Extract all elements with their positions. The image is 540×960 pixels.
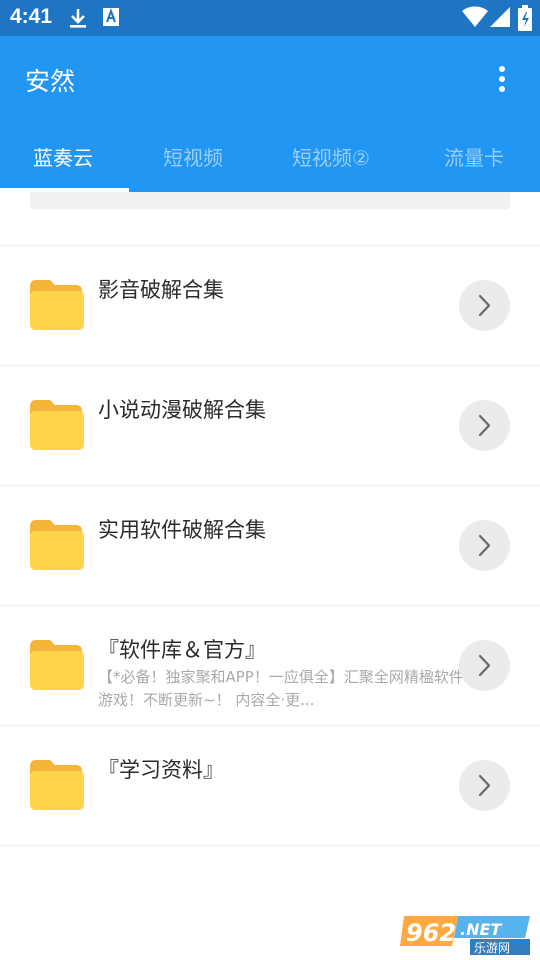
wifi-icon [462,6,488,32]
download-icon [68,7,88,33]
folder-row[interactable]: 实用软件破解合集 [0,486,540,605]
more-vert-icon[interactable] [490,64,514,94]
tab-lanzouyun[interactable]: 蓝奏云 [33,142,93,171]
chevron-right-icon[interactable] [459,280,510,331]
chevron-right-icon[interactable] [459,520,510,571]
tab-short-video-2[interactable]: 短视频② [292,142,370,171]
folder-icon [30,760,84,810]
folder-description: 【*必备！独家聚和APP！一应俱全】汇聚全网精楹软件 游戏！不断更新~！ 内容全… [98,668,464,709]
folder-row[interactable]: 『软件库＆官方』 【*必备！独家聚和APP！一应俱全】汇聚全网精楹软件 游戏！不… [0,606,540,725]
svg-text:乐游网: 乐游网 [474,941,510,955]
chevron-right-icon[interactable] [459,400,510,451]
folder-row[interactable]: 影音破解合集 [0,246,540,365]
watermark-logo: 962 .NET 乐游网 [400,912,534,956]
app-title: 安然 [25,67,76,96]
search-box[interactable] [30,192,510,209]
status-time: 4:41 [10,5,53,28]
folder-icon [30,520,84,570]
folder-icon [30,280,84,330]
folder-icon [30,640,84,690]
folder-icon [30,400,84,450]
folder-title: 『软件库＆官方』 [98,638,266,662]
app-bar: 安然 蓝奏云 短视频 短视频② 流量卡 [0,36,540,192]
signal-icon [489,6,511,32]
folder-row[interactable]: 小说动漫破解合集 [0,366,540,485]
chevron-right-icon[interactable] [459,760,510,811]
tab-data-card[interactable]: 流量卡 [444,142,504,171]
svg-text:962: 962 [406,919,456,947]
status-bar: 4:41 [0,0,540,36]
battery-icon [518,5,532,35]
tab-short-video[interactable]: 短视频 [163,142,223,171]
svg-text:.NET: .NET [460,920,502,939]
folder-title: 实用软件破解合集 [98,518,266,542]
folder-row[interactable]: 『学习资料』 [0,726,540,845]
divider [0,845,540,846]
folder-title: 『学习资料』 [98,758,224,782]
folder-list: 影音破解合集 小说动漫破解合集 实用软件破解合集 『软件库＆官方』 【*必备！独… [0,192,540,960]
folder-title: 影音破解合集 [98,278,224,302]
tab-bar: 蓝奏云 短视频 短视频② 流量卡 [0,120,540,192]
chevron-right-icon[interactable] [459,640,510,691]
folder-title: 小说动漫破解合集 [98,398,266,422]
app-notification-icon [102,7,120,31]
